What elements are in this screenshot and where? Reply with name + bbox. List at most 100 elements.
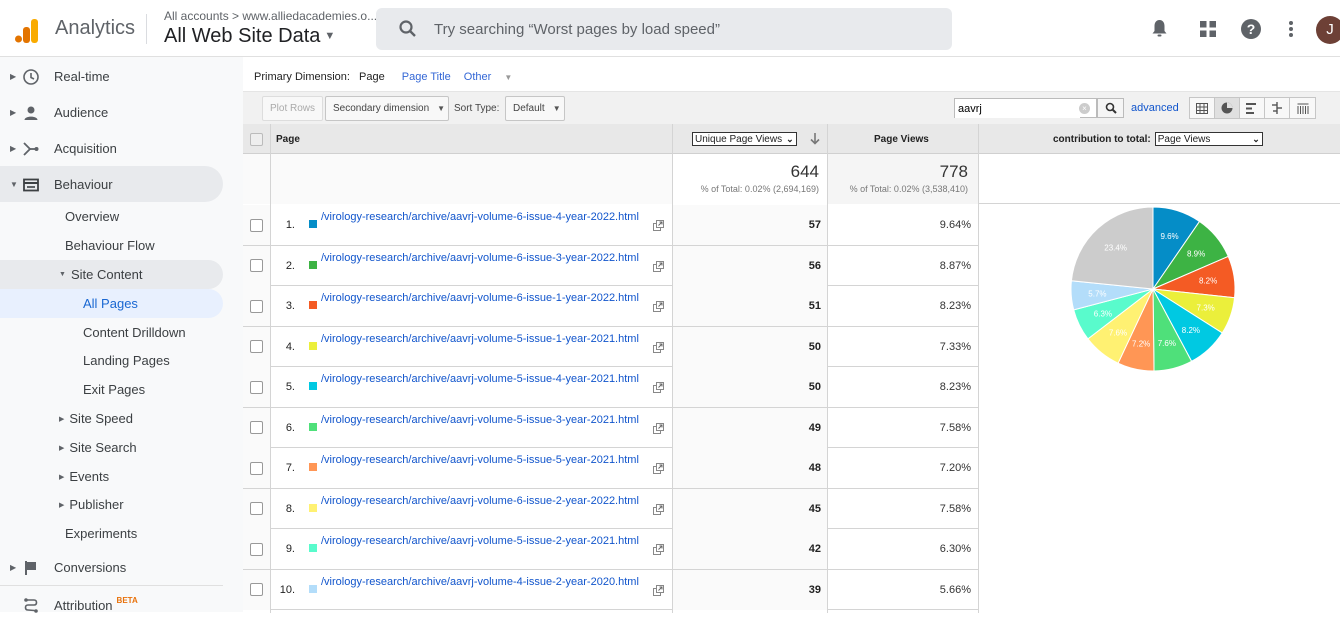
primary-dimension-page[interactable]: Page: [359, 71, 385, 83]
sidebar-item-events[interactable]: ▶ Events: [0, 462, 223, 491]
property-name: All Web Site Data: [164, 25, 321, 47]
sidebar-item-content-drilldown[interactable]: Content Drilldown: [0, 318, 223, 347]
row-checkbox[interactable]: [250, 542, 263, 556]
open-external-icon[interactable]: [653, 341, 664, 353]
page-link[interactable]: /virology-research/archive/aavrj-volume-…: [321, 373, 651, 385]
sidebar-item-landing-pages[interactable]: Landing Pages: [0, 346, 223, 375]
page-link[interactable]: /virology-research/archive/aavrj-volume-…: [321, 292, 651, 304]
secondary-dimension-dropdown[interactable]: Secondary dimension ▼: [325, 96, 449, 121]
sidebar-item-site-speed[interactable]: ▶ Site Speed: [0, 404, 223, 433]
sidebar-item-site-search[interactable]: ▶ Site Search: [0, 433, 223, 462]
app-name: Analytics: [55, 17, 136, 39]
property-selector[interactable]: All Web Site Data ▼: [164, 25, 335, 48]
sidebar-item-publisher[interactable]: ▶ Publisher: [0, 490, 223, 519]
pie-slice-label: 7.3%: [1197, 303, 1215, 312]
page-views-percent-value: 9.64%: [939, 219, 971, 231]
sort-descending-icon[interactable]: [810, 133, 820, 145]
page-views-percent-value: 5.66%: [939, 583, 971, 596]
page-link[interactable]: /virology-research/archive/aavrj-volume-…: [321, 211, 651, 223]
view-comparison-button[interactable]: [1265, 98, 1290, 118]
row-checkbox[interactable]: [250, 421, 263, 434]
row-checkbox[interactable]: [250, 259, 263, 272]
expand-arrow-icon: ▶: [10, 107, 17, 117]
table-filter-input[interactable]: [955, 100, 1080, 118]
row-checkbox[interactable]: [250, 218, 263, 232]
open-external-icon[interactable]: [653, 301, 664, 312]
page-views-header[interactable]: Page Views: [874, 124, 929, 154]
attribution-label: Attribution: [54, 597, 113, 613]
row-checkbox-cell: [243, 245, 270, 286]
expand-arrow-icon: ▶: [59, 473, 65, 481]
view-pivot-button[interactable]: [1290, 98, 1315, 118]
plot-rows-button[interactable]: Plot Rows: [262, 96, 324, 121]
page-link[interactable]: /virology-research/archive/aavrj-volume-…: [321, 454, 651, 466]
open-external-icon[interactable]: [653, 463, 664, 474]
sidebar-item-all-pages[interactable]: All Pages: [0, 289, 223, 318]
page-link[interactable]: /virology-research/archive/aavrj-volume-…: [321, 495, 651, 507]
row-checkbox[interactable]: [250, 380, 263, 394]
open-external-icon[interactable]: [653, 503, 664, 515]
primary-dimension-page-title[interactable]: Page Title: [402, 71, 451, 83]
advanced-filter-link[interactable]: advanced: [1131, 102, 1179, 114]
contribution-select-dropdown[interactable]: Page Views ⌄: [1154, 132, 1263, 146]
filter-search-button[interactable]: [1097, 98, 1124, 118]
open-external-icon[interactable]: [653, 544, 664, 555]
sidebar-item-overview[interactable]: Overview: [0, 202, 223, 231]
global-search[interactable]: [376, 8, 952, 50]
page-link[interactable]: /virology-research/archive/aavrj-volume-…: [321, 414, 651, 426]
row-index: 1.: [285, 219, 295, 231]
page-link[interactable]: /virology-research/archive/aavrj-volume-…: [321, 333, 651, 345]
row-checkbox[interactable]: [250, 299, 263, 313]
open-external-icon[interactable]: [653, 220, 664, 231]
view-table-button[interactable]: [1190, 98, 1215, 118]
bell-icon[interactable]: [1151, 19, 1168, 39]
apps-grid-icon[interactable]: [1200, 21, 1216, 37]
row-checkbox[interactable]: [250, 461, 263, 475]
row-checkbox[interactable]: [250, 583, 263, 596]
open-external-icon[interactable]: [653, 260, 664, 272]
account-breadcrumb[interactable]: All accounts > www.alliedacademies.o...: [164, 9, 377, 23]
column-divider: [978, 124, 979, 613]
sidebar-item-experiments[interactable]: Experiments: [0, 519, 223, 548]
sidebar-item-attribution[interactable]: Attribution BETA: [0, 586, 223, 622]
account-avatar[interactable]: J: [1316, 16, 1340, 44]
page-link[interactable]: /virology-research/archive/aavrj-volume-…: [321, 535, 651, 547]
sidebar-item-site-content[interactable]: ▼ Site Content: [0, 260, 223, 289]
row-checkbox-cell: [243, 488, 270, 529]
sidebar-item-exit-pages[interactable]: Exit Pages: [0, 375, 223, 404]
row-index: 3.: [285, 300, 295, 312]
primary-dimension-other[interactable]: Other ▼: [464, 71, 523, 83]
select-all-checkbox[interactable]: [250, 132, 263, 146]
row-checkbox-cell: [243, 205, 270, 245]
sort-type-dropdown[interactable]: Default ▼: [505, 96, 565, 121]
sidebar-item-real-time[interactable]: ▶ Real-time: [0, 58, 223, 94]
page-column-header[interactable]: Page: [276, 124, 300, 154]
table-header: Page Unique Page Views ⌄ Page Views contr…: [243, 124, 1340, 154]
pie-slice-label: 5.7%: [1088, 289, 1106, 298]
global-search-input[interactable]: [434, 8, 934, 50]
clear-filter-icon[interactable]: ×: [1079, 103, 1090, 114]
page-views-percent-value: 8.23%: [939, 381, 971, 393]
row-checkbox-cell: [243, 407, 270, 448]
view-pie-button[interactable]: [1215, 98, 1240, 118]
expand-arrow-icon: ▶: [59, 501, 65, 509]
row-checkbox[interactable]: [250, 502, 263, 515]
page-link[interactable]: /virology-research/archive/aavrj-volume-…: [321, 252, 651, 264]
open-external-icon[interactable]: [653, 382, 664, 393]
metric-select-dropdown[interactable]: Unique Page Views ⌄: [692, 132, 797, 146]
help-icon[interactable]: ?: [1241, 19, 1261, 39]
view-performance-button[interactable]: [1240, 98, 1265, 118]
open-external-icon[interactable]: [653, 422, 664, 434]
row-checkbox[interactable]: [250, 340, 263, 353]
sidebar-item-audience[interactable]: ▶ Audience: [0, 94, 223, 130]
open-external-icon[interactable]: [653, 584, 664, 596]
top-bar: Analytics All accounts > www.alliedacade…: [0, 0, 1340, 56]
page-link[interactable]: /virology-research/archive/aavrj-volume-…: [321, 576, 651, 588]
sidebar-item-behaviour[interactable]: ▼ Behaviour: [0, 166, 223, 202]
more-vert-icon[interactable]: [1288, 20, 1294, 38]
pie-slice-label: 9.6%: [1160, 232, 1178, 241]
sidebar-item-conversions[interactable]: ▶ Conversions: [0, 549, 223, 585]
unique-page-views-value: 39: [808, 583, 821, 596]
sidebar-item-acquisition[interactable]: ▶ Acquisition: [0, 130, 223, 166]
sidebar-item-behaviour-flow[interactable]: Behaviour Flow: [0, 231, 223, 260]
